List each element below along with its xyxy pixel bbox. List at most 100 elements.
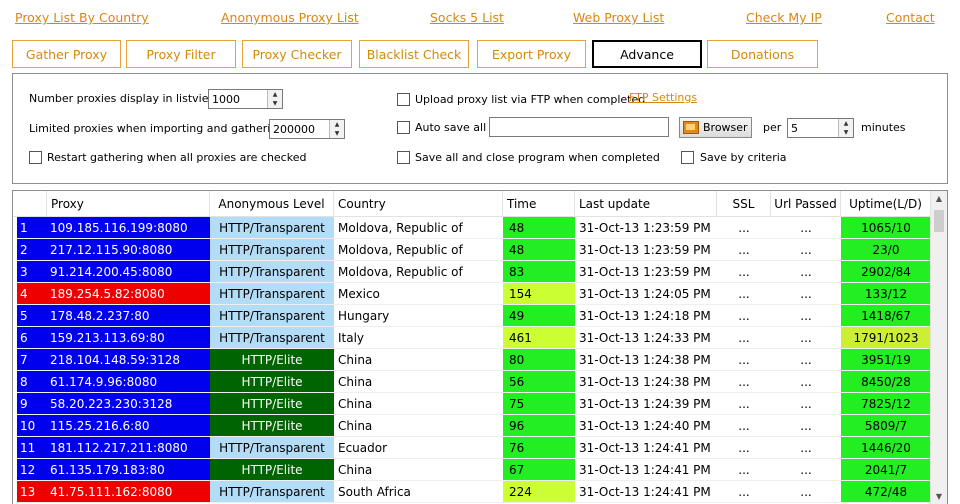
column-header-index[interactable] xyxy=(13,191,47,217)
spin-up-icon[interactable]: ▲ xyxy=(330,120,344,129)
proxy-address: 115.25.216.6:80 xyxy=(47,415,210,437)
tab-proxy-checker[interactable]: Proxy Checker xyxy=(242,40,352,68)
save-by-criteria-checkbox[interactable] xyxy=(681,151,694,164)
column-header-proxy[interactable]: Proxy xyxy=(47,191,210,217)
link-proxy-list-by-country[interactable]: Proxy List By Country xyxy=(15,10,149,25)
proxy-address: 61.174.9.96:8080 xyxy=(47,371,210,393)
column-header-ssl[interactable]: SSL xyxy=(717,191,771,217)
table-row[interactable]: 6 159.213.113.69:80 HTTP/Transparent Italy 4… xyxy=(13,327,931,349)
per-minutes-stepper[interactable]: 5 ▲ ▼ xyxy=(787,118,854,138)
uptime: 5809/7 xyxy=(841,415,931,437)
listview-header: Proxy Anonymous Level Country Time Last … xyxy=(13,191,931,217)
tab-donations[interactable]: Donations xyxy=(707,40,818,68)
response-time: 154 xyxy=(503,283,575,305)
response-time: 80 xyxy=(503,349,575,371)
limit-label: Limited proxies when importing and gathe… xyxy=(29,122,285,135)
table-row[interactable]: 11 181.112.217.211:8080 HTTP/Transparent Ec… xyxy=(13,437,931,459)
limit-spin-buttons[interactable]: ▲ ▼ xyxy=(329,120,344,138)
auto-save-path-input[interactable] xyxy=(489,117,669,137)
tab-proxy-filter[interactable]: Proxy Filter xyxy=(126,40,236,68)
vertical-scrollbar[interactable]: ▲ ▼ xyxy=(930,191,947,504)
display-count-stepper[interactable]: 1000 ▲ ▼ xyxy=(208,89,283,109)
ssl-status: ... xyxy=(717,327,771,349)
row-index: 4 xyxy=(17,283,47,305)
anonymous-level: HTTP/Elite xyxy=(210,415,334,437)
per-label: per xyxy=(763,121,782,134)
column-header-url-passed[interactable]: Url Passed xyxy=(771,191,841,217)
row-index: 8 xyxy=(17,371,47,393)
scroll-thumb[interactable] xyxy=(934,210,944,232)
country: Moldova, Republic of xyxy=(334,217,503,239)
country: South Africa xyxy=(334,481,503,503)
column-header-country[interactable]: Country xyxy=(334,191,503,217)
link-socks5-list[interactable]: Socks 5 List xyxy=(430,10,504,25)
row-index: 3 xyxy=(17,261,47,283)
response-time: 96 xyxy=(503,415,575,437)
uptime: 7825/12 xyxy=(841,393,931,415)
proxy-listview[interactable]: Proxy Anonymous Level Country Time Last … xyxy=(12,190,948,504)
anonymous-level: HTTP/Transparent xyxy=(210,217,334,239)
country: Mexico xyxy=(334,283,503,305)
anonymous-level: HTTP/Elite xyxy=(210,349,334,371)
advance-settings-panel: Number proxies display in listview 1000 … xyxy=(12,73,948,184)
tab-gather-proxy[interactable]: Gather Proxy xyxy=(12,40,121,68)
row-index: 12 xyxy=(17,459,47,481)
ftp-settings-link[interactable]: FTP Settings xyxy=(629,91,697,104)
spin-up-icon[interactable]: ▲ xyxy=(839,119,853,128)
restart-gathering-checkbox[interactable] xyxy=(29,151,42,164)
spin-down-icon[interactable]: ▼ xyxy=(839,128,853,137)
scroll-down-icon[interactable]: ▼ xyxy=(931,489,947,504)
table-row[interactable]: 10 115.25.216.6:80 HTTP/Elite China 96 31-Oct… xyxy=(13,415,931,437)
save-and-close-label: Save all and close program when complete… xyxy=(415,151,660,164)
column-header-time[interactable]: Time xyxy=(503,191,575,217)
uptime: 1791/1023 xyxy=(841,327,931,349)
anonymous-level: HTTP/Transparent xyxy=(210,327,334,349)
url-passed: ... xyxy=(771,393,841,415)
limit-stepper[interactable]: 200000 ▲ ▼ xyxy=(269,119,345,139)
table-row[interactable]: 1 109.185.116.199:8080 HTTP/Transparent Mol… xyxy=(13,217,931,239)
link-check-my-ip[interactable]: Check My IP xyxy=(746,10,822,25)
link-contact[interactable]: Contact xyxy=(886,10,935,25)
table-row[interactable]: 2 217.12.115.90:8080 HTTP/Transparent Moldo… xyxy=(13,239,931,261)
scroll-up-icon[interactable]: ▲ xyxy=(931,191,947,207)
link-anonymous-proxy-list[interactable]: Anonymous Proxy List xyxy=(221,10,359,25)
row-index: 11 xyxy=(17,437,47,459)
url-passed: ... xyxy=(771,327,841,349)
uptime: 472/48 xyxy=(841,481,931,503)
spin-up-icon[interactable]: ▲ xyxy=(268,90,282,99)
display-count-spin-buttons[interactable]: ▲ ▼ xyxy=(267,90,282,108)
browser-button[interactable]: Browser xyxy=(679,117,752,138)
link-web-proxy-list[interactable]: Web Proxy List xyxy=(573,10,664,25)
response-time: 48 xyxy=(503,239,575,261)
per-minutes-spin-buttons[interactable]: ▲ ▼ xyxy=(838,119,853,137)
country: China xyxy=(334,349,503,371)
tab-blacklist-check[interactable]: Blacklist Check xyxy=(359,40,469,68)
table-row[interactable]: 8 61.174.9.96:8080 HTTP/Elite China 56 31-Oct… xyxy=(13,371,931,393)
upload-ftp-checkbox[interactable] xyxy=(397,93,410,106)
anonymous-level: HTTP/Transparent xyxy=(210,239,334,261)
table-row[interactable]: 4 189.254.5.82:8080 HTTP/Transparent Mexico… xyxy=(13,283,931,305)
table-row[interactable]: 7 218.104.148.59:3128 HTTP/Elite China 80 31-… xyxy=(13,349,931,371)
tab-export-proxy[interactable]: Export Proxy xyxy=(477,40,586,68)
column-header-last-update[interactable]: Last update xyxy=(575,191,717,217)
table-row[interactable]: 3 91.214.200.45:8080 HTTP/Transparent Moldo… xyxy=(13,261,931,283)
table-row[interactable]: 9 58.20.223.230:3128 HTTP/Elite China 75 31-O… xyxy=(13,393,931,415)
response-time: 49 xyxy=(503,305,575,327)
tab-advance[interactable]: Advance xyxy=(592,40,702,68)
display-count-value: 1000 xyxy=(212,93,240,106)
spin-down-icon[interactable]: ▼ xyxy=(268,99,282,108)
auto-save-checkbox[interactable] xyxy=(397,121,410,134)
table-row[interactable]: 5 178.48.2.237:80 HTTP/Transparent Hungary 4… xyxy=(13,305,931,327)
minutes-label: minutes xyxy=(861,121,906,134)
last-update: 31-Oct-13 1:24:18 PM xyxy=(575,305,717,327)
spin-down-icon[interactable]: ▼ xyxy=(330,129,344,138)
table-row[interactable]: 13 41.75.111.162:8080 HTTP/Transparent Sout… xyxy=(13,481,931,503)
url-passed: ... xyxy=(771,349,841,371)
anonymous-level: HTTP/Transparent xyxy=(210,283,334,305)
table-row[interactable]: 12 61.135.179.183:80 HTTP/Elite China 67 31-O… xyxy=(13,459,931,481)
column-header-anonymous-level[interactable]: Anonymous Level xyxy=(210,191,334,217)
column-header-uptime[interactable]: Uptime(L/D) xyxy=(841,191,931,217)
save-and-close-checkbox[interactable] xyxy=(397,151,410,164)
uptime: 133/12 xyxy=(841,283,931,305)
url-passed: ... xyxy=(771,283,841,305)
